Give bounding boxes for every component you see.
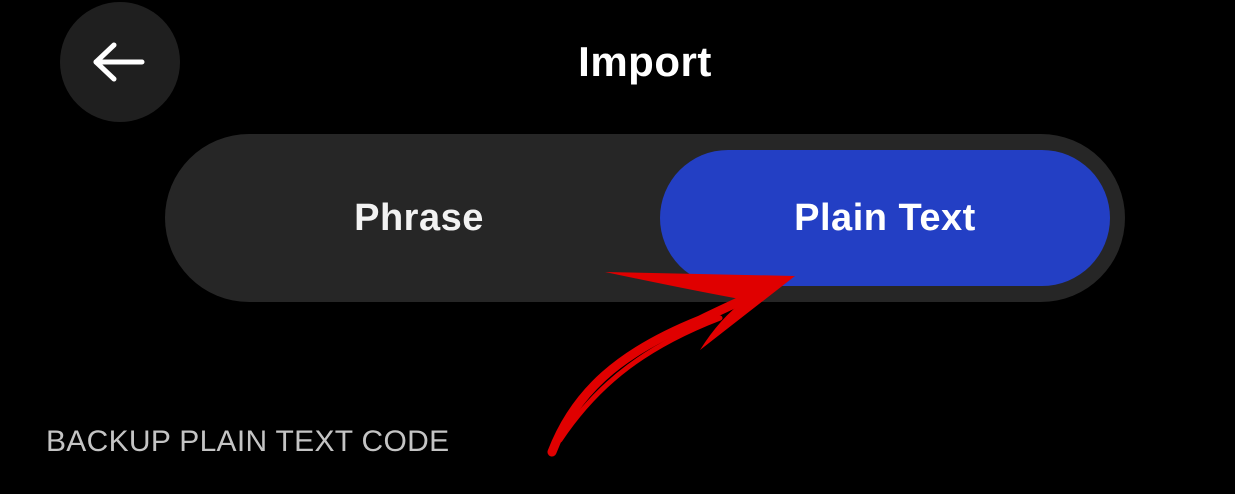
tab-phrase[interactable]: Phrase [179, 150, 659, 286]
backup-plain-text-code-label: BACKUP PLAIN TEXT CODE [46, 425, 450, 458]
import-type-segmented-control: Phrase Plain Text [165, 134, 1125, 302]
tab-plain-text[interactable]: Plain Text [660, 150, 1110, 286]
page-title: Import [578, 38, 712, 85]
